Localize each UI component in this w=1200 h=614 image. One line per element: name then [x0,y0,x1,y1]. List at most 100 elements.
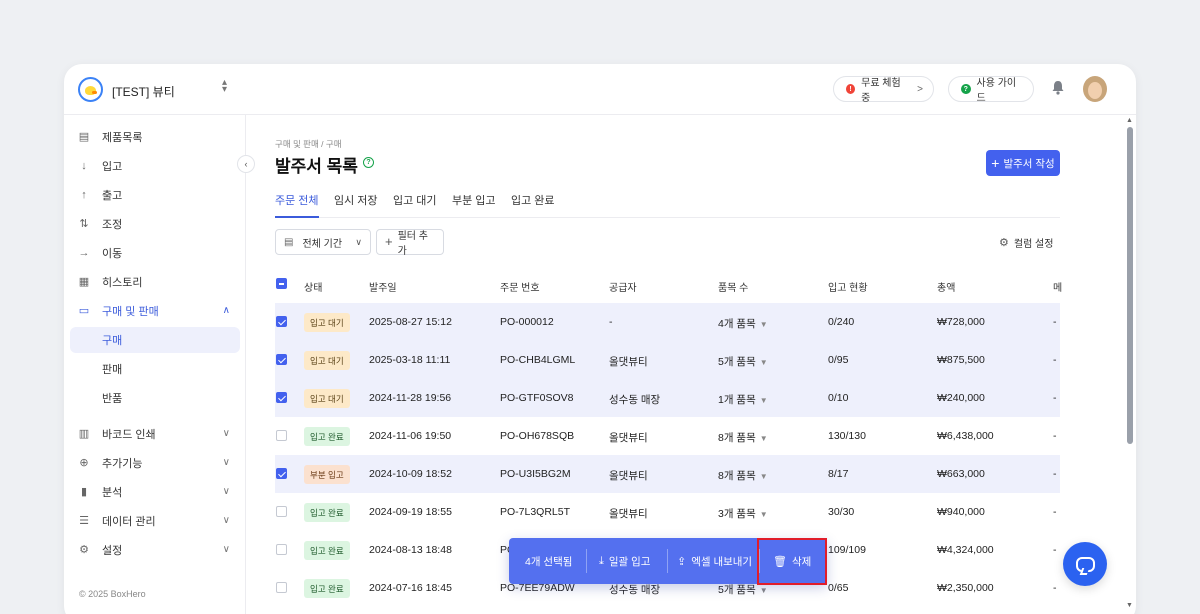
item-count[interactable]: 8개 품목 ▼ [718,468,768,483]
column-header-total[interactable]: 총액 [937,279,955,294]
sidebar-item-inbound[interactable]: ↓ 입고 [70,153,240,178]
column-header-status[interactable]: 상태 [304,279,322,294]
column-header-supplier[interactable]: 공급자 [609,279,637,294]
sidebar-subitem-purchase[interactable]: 구매 [70,327,240,353]
create-order-label: 발주서 작성 [1003,157,1055,170]
row-checkbox[interactable] [276,316,287,327]
select-all-checkbox[interactable] [276,278,287,289]
column-header-order-date[interactable]: 발주일 [369,279,397,294]
date-range-label: 전체 기간 [302,238,343,250]
order-date: 2025-08-27 15:12 [369,316,452,328]
tab-receipt-complete[interactable]: 입고 완료 [511,192,555,218]
sidebar-subitem-sales[interactable]: 판매 [70,356,240,382]
row-checkbox[interactable] [276,544,287,555]
sidebar-item-adjust[interactable]: ⇅ 조정 [70,211,240,236]
workspace-name[interactable]: [TEST] 뷰티 [112,83,175,100]
order-number[interactable]: PO-OH678SQB [500,430,574,442]
sidebar-item-label: 이동 [102,247,123,260]
item-count[interactable]: 3개 품목 ▼ [718,506,768,521]
help-icon[interactable]: ? [363,157,374,168]
chevron-down-icon: ∨ [222,486,230,497]
sidebar-item-label: 바코드 인쇄 [102,428,156,441]
tab-bar: 주문 전체 임시 저장 입고 대기 부분 입고 입고 완료 [275,189,1060,218]
selected-count: 4개 선택됨 [525,555,573,568]
free-trial-label: 무료 체험 중 [861,78,901,104]
row-checkbox[interactable] [276,468,287,479]
row-checkbox[interactable] [276,506,287,517]
alert-icon: ! [846,84,856,94]
column-header-item-count[interactable]: 품목 수 [718,279,748,294]
column-header-order-number[interactable]: 주문 번호 [500,279,540,294]
column-settings-button[interactable]: ⚙ 컬럼 설정 [999,235,1053,250]
add-filter-button[interactable]: + 필터 추가 [376,229,444,257]
column-settings-label: 컬럼 설정 [1013,239,1054,250]
table-row[interactable]: 입고 완료 2024-11-06 19:50 PO-OH678SQB 올댓뷰티 8개 품… [275,417,1060,455]
sidebar-item-outbound[interactable]: ↑ 출고 [70,182,240,207]
tab-drafts[interactable]: 임시 저장 [334,192,378,218]
caret-down-icon: ▼ [759,320,768,329]
sidebar-item-history[interactable]: ▦ 히스토리 [70,269,240,294]
sidebar-item-products[interactable]: ▤ 제품목록 [70,124,240,149]
tab-partial-receipt[interactable]: 부분 입고 [452,192,496,218]
row-checkbox[interactable] [276,354,287,365]
order-number[interactable]: PO-CHB4LGML [500,354,575,366]
sidebar-item-data[interactable]: ☰ 데이터 관리 ∨ [70,508,240,533]
sidebar-item-purchase-sales[interactable]: ▭ 구매 및 판매 ∧ [70,298,240,323]
history-icon: ▦ [78,276,90,288]
table-row[interactable]: 입고 대기 2024-11-28 19:56 PO-GTF0SOV8 성수동 매장 1개… [275,379,1060,417]
create-order-button[interactable]: + 발주서 작성 [986,150,1060,176]
sidebar-item-settings[interactable]: ⚙ 설정 ∨ [70,537,240,562]
table-row[interactable]: 입고 대기 2025-08-27 15:12 PO-000012 - 4개 품목 ▼ 0/2… [275,303,1060,341]
scroll-up-arrow[interactable]: ▲ [1126,117,1133,124]
user-guide-button[interactable]: ? 사용 가이드 [948,76,1034,104]
total-amount: ₩6,438,000 [937,430,994,442]
table-row[interactable]: 입고 완료 2024-09-19 18:55 PO-7L3QRL5T 올댓뷰티 3개 품… [275,493,1060,531]
order-number[interactable]: PO-000012 [500,316,554,328]
scrollbar-thumb[interactable] [1127,127,1133,444]
sidebar-collapse-button[interactable]: ‹ [237,155,255,173]
sidebar-subitem-returns[interactable]: 반품 [70,385,240,411]
item-count[interactable]: 1개 품목 ▼ [718,392,768,407]
free-trial-button[interactable]: ! 무료 체험 중 > [833,76,934,104]
total-amount: ₩240,000 [937,392,985,404]
status-badge: 입고 완료 [304,541,350,560]
sidebar-item-label: 설정 [102,544,123,557]
avatar[interactable] [1083,76,1107,102]
item-count[interactable]: 5개 품목 ▼ [718,354,768,369]
table-row[interactable]: 입고 대기 2025-03-18 11:11 PO-CHB4LGML 올댓뷰티 5개 품… [275,341,1060,379]
table-row[interactable]: 부분 입고 2024-10-09 18:52 PO-U3I5BG2M 올댓뷰티 8개 품… [275,455,1060,493]
date-range-filter[interactable]: ▤ 전체 기간 ∨ [275,229,371,255]
column-header-memo[interactable]: 메 [1053,279,1062,294]
sidebar-item-move[interactable]: → 이동 [70,240,240,265]
row-checkbox[interactable] [276,392,287,403]
chat-support-button[interactable] [1063,542,1107,586]
item-count[interactable]: 4개 품목 ▼ [718,316,768,331]
scroll-down-arrow[interactable]: ▼ [1126,602,1133,609]
order-date: 2024-11-28 19:56 [369,392,452,404]
tab-awaiting-receipt[interactable]: 입고 대기 [393,192,437,218]
app-window: [TEST] 뷰티 ▴ ▾ ! 무료 체험 중 > ? 사용 가이드 ▤ 제품목록… [64,64,1136,614]
supplier: 올댓뷰티 [609,508,648,520]
breadcrumb: 구매 및 판매 / 구매 [275,139,342,149]
chevron-down-icon: ∨ [222,544,230,555]
tab-all-orders[interactable]: 주문 전체 [275,192,319,218]
up-down-chevron-icon[interactable]: ▴ ▾ [222,78,227,95]
order-date: 2024-08-13 18:48 [369,544,452,556]
sidebar-item-analytics[interactable]: ▮ 분석 ∨ [70,479,240,504]
page-title: 발주서 목록 [275,157,358,176]
excel-export-button[interactable]: ⇪ 엑셀 내보내기 [677,538,752,584]
bulk-receive-button[interactable]: ⤓ 일괄 입고 [599,538,650,584]
sidebar-item-barcode[interactable]: ▥ 바코드 인쇄 ∨ [70,421,240,446]
table-header: 상태 발주일 주문 번호 공급자 품목 수 입고 현황 총액 메 [275,267,1062,303]
chevron-down-icon: ∨ [355,236,362,247]
order-number[interactable]: PO-U3I5BG2M [500,468,571,480]
row-checkbox[interactable] [276,430,287,441]
column-header-receipt-status[interactable]: 입고 현황 [828,279,868,294]
order-number[interactable]: PO-GTF0SOV8 [500,392,574,404]
sidebar-item-addons[interactable]: ⊕ 추가기능 ∨ [70,450,240,475]
item-count[interactable]: 8개 품목 ▼ [718,430,768,445]
row-checkbox[interactable] [276,582,287,593]
order-number[interactable]: PO-7L3QRL5T [500,506,570,518]
bell-icon[interactable] [1051,80,1065,95]
workspace-logo[interactable] [78,77,103,102]
